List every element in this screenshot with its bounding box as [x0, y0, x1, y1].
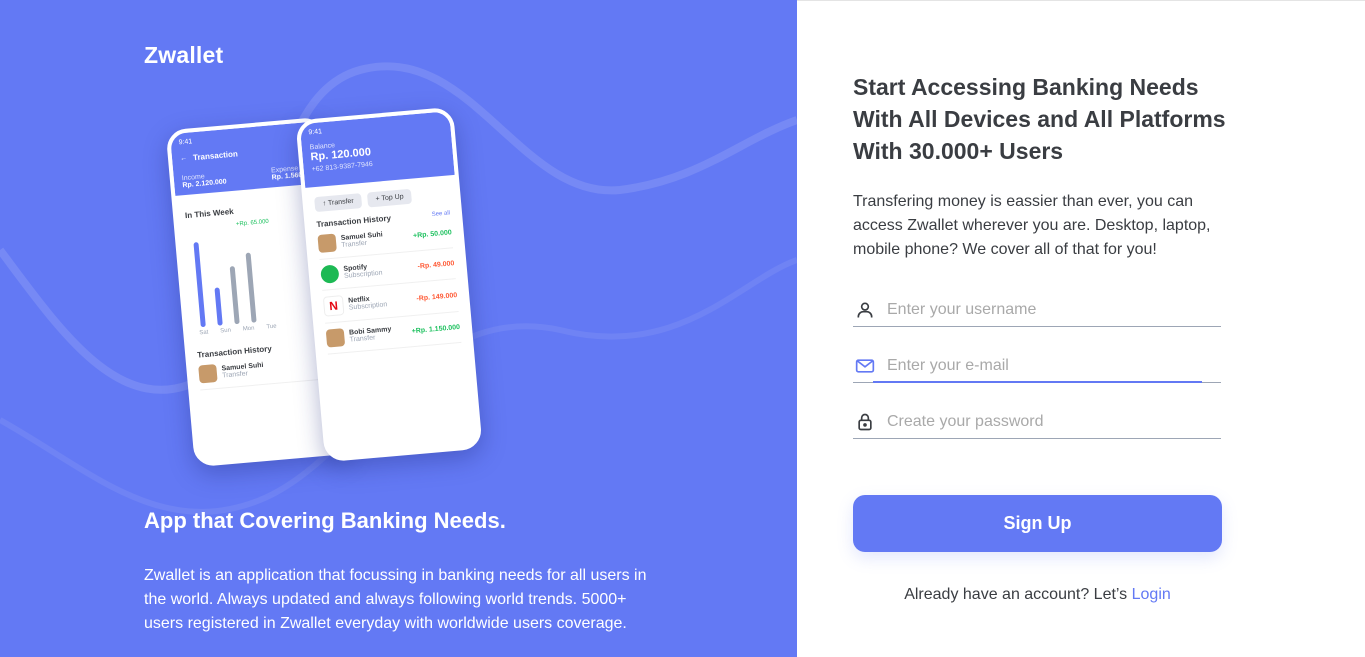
phone1-title: Transaction [192, 149, 239, 163]
transfer-mini-button: ↑ Transfer [314, 193, 363, 213]
topup-label: Top Up [381, 193, 404, 203]
bar-mon [229, 266, 240, 325]
brand-logo: Zwallet [144, 42, 224, 68]
back-arrow-icon: ← [179, 154, 188, 163]
signup-title: Start Accessing Banking Needs With All D… [853, 74, 1226, 164]
avatar [325, 328, 346, 348]
username-input[interactable] [885, 300, 1209, 320]
topup-mini-button: + Top Up [366, 188, 413, 208]
tx-amount: +Rp. 50.000 [412, 228, 452, 240]
login-link[interactable]: Login [1132, 586, 1171, 603]
day-label: Mon [242, 325, 255, 333]
password-input[interactable] [885, 412, 1209, 432]
netflix-icon: N [322, 295, 345, 317]
signup-button[interactable]: Sign Up [853, 495, 1222, 552]
phone-mockups: 9:41 ← Transaction Income Rp. 2.120.000 … [165, 105, 510, 475]
see-all-link: See all [431, 209, 451, 218]
lock-icon [853, 410, 877, 434]
left-description: Zwallet is an application that focussing… [144, 567, 647, 632]
avatar [317, 233, 337, 253]
day-label: Sun [220, 327, 232, 335]
login-prompt: Already have an account? Let’s [904, 586, 1128, 603]
mail-icon [853, 354, 877, 378]
transfer-label: Transfer [327, 197, 355, 207]
password-field [853, 406, 1221, 439]
bar-sat [193, 242, 206, 328]
tx-amount: +Rp. 1.150.000 [411, 323, 461, 335]
email-input[interactable] [885, 356, 1209, 376]
spotify-icon [320, 264, 340, 284]
left-panel: Zwallet 9:41 ← Transaction Income Rp. 2.… [0, 0, 797, 657]
day-label: Sat [199, 329, 209, 337]
signup-description: Transfering money is eassier than ever, … [853, 193, 1211, 258]
left-heading: App that Covering Banking Needs. [144, 508, 506, 533]
phone-mockup-home: 9:41 Balance Rp. 120.000 +62 813-9387-79… [295, 106, 483, 463]
tx-amount: -Rp. 49.000 [417, 259, 455, 270]
bar-sun [214, 287, 223, 326]
signup-panel: Start Accessing Banking Needs With All D… [797, 0, 1365, 657]
username-field [853, 294, 1221, 327]
avatar [198, 364, 218, 384]
email-field [853, 350, 1221, 383]
email-focus-underline [873, 381, 1202, 383]
person-icon [853, 298, 877, 322]
tx-amount: -Rp. 149.000 [416, 291, 458, 303]
day-label: Tue [266, 323, 277, 331]
login-prompt-line: Already have an account? Let’s Login [853, 586, 1222, 604]
bar-tue [245, 252, 257, 323]
